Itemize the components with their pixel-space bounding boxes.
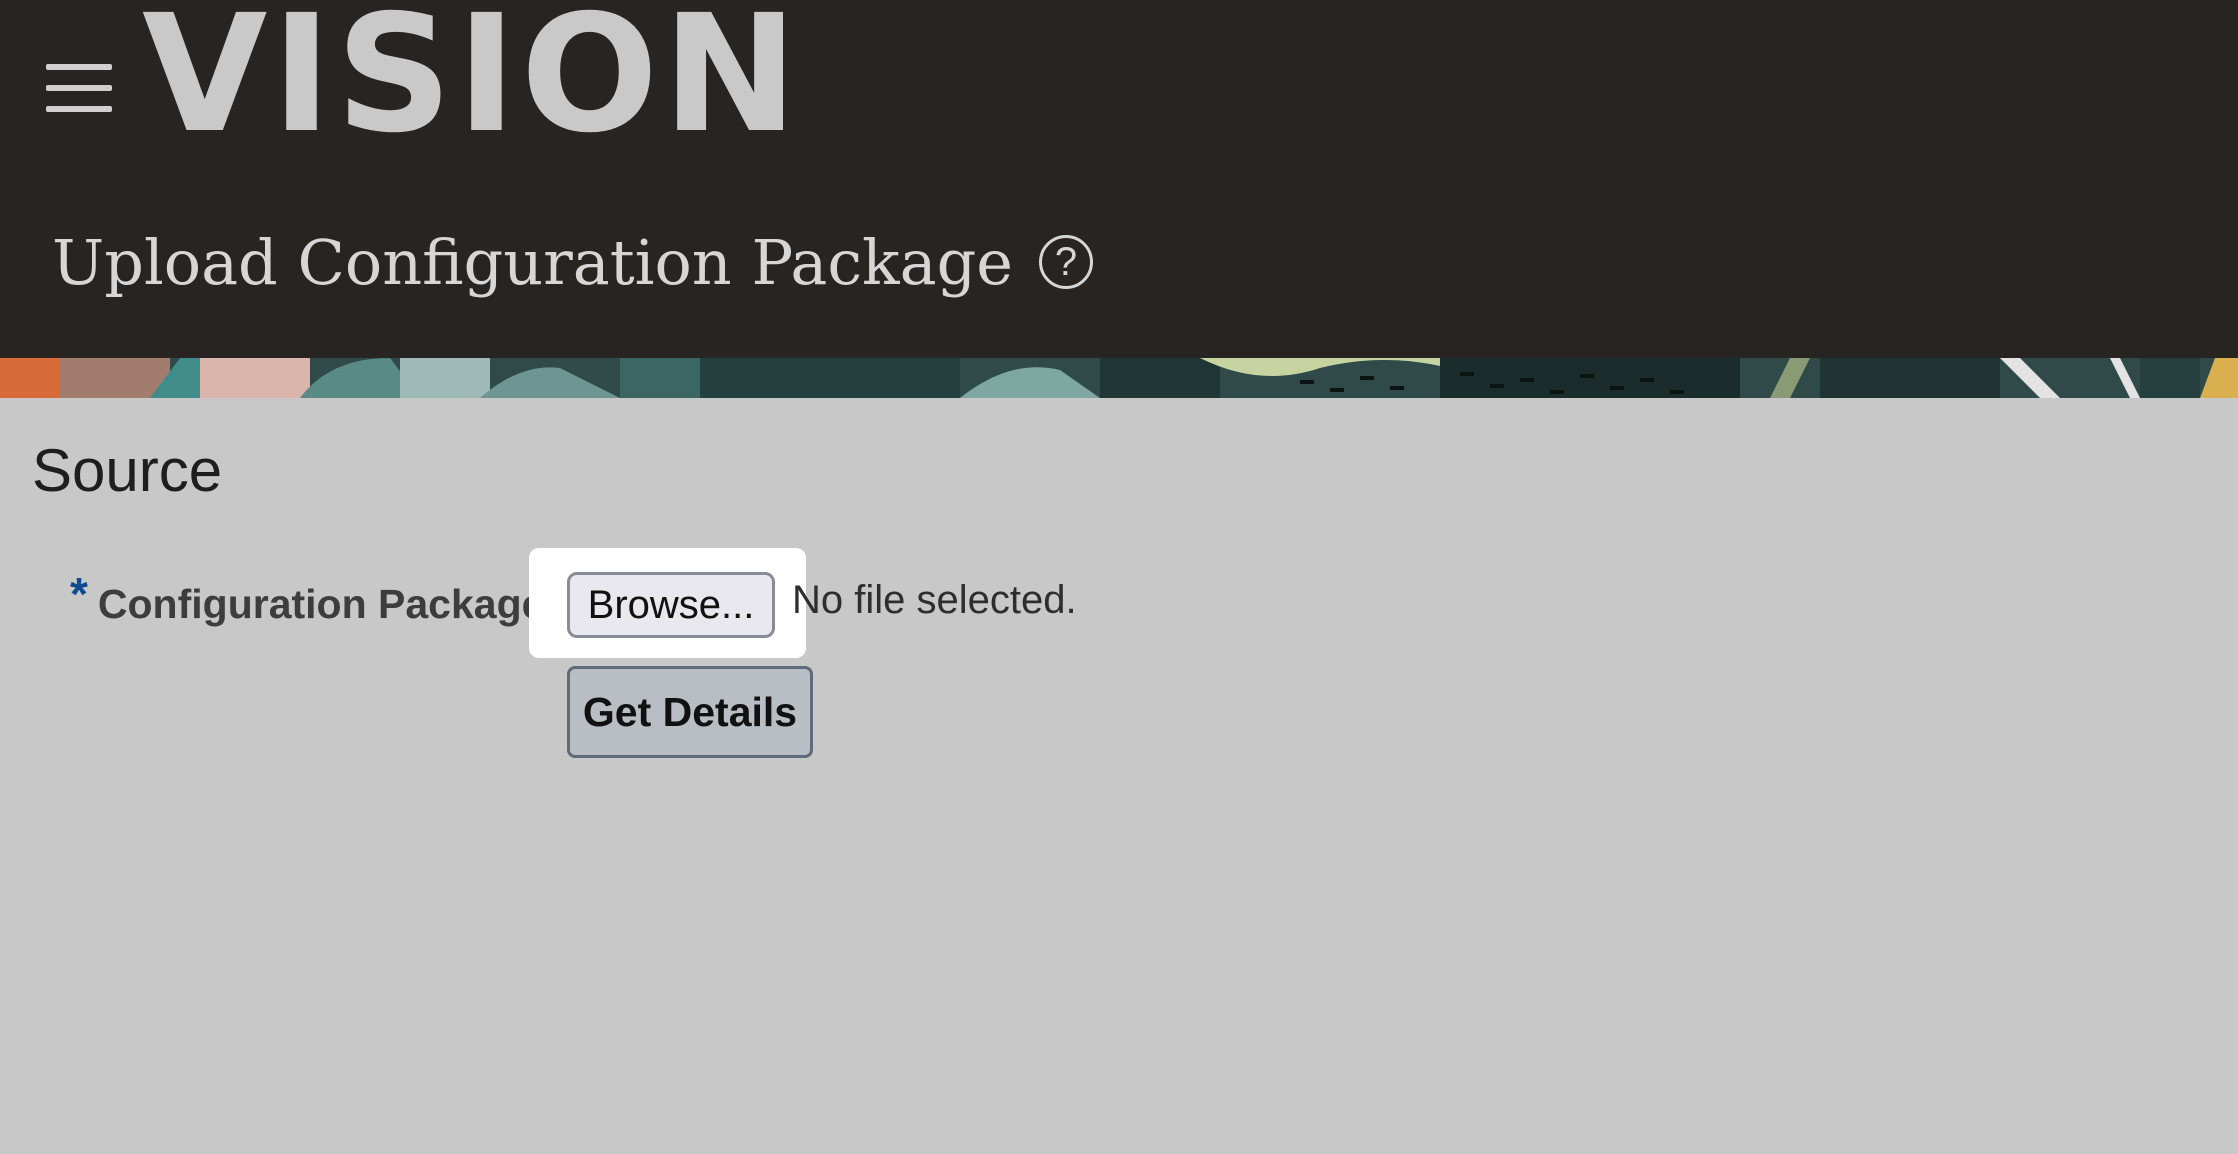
get-details-button[interactable]: Get Details <box>567 666 813 758</box>
hamburger-menu-icon[interactable] <box>46 64 112 112</box>
browse-button[interactable]: Browse... <box>567 572 775 638</box>
banner-pattern <box>0 358 2238 398</box>
vision-logo: VISION <box>142 0 802 169</box>
decorative-banner <box>0 358 2238 398</box>
page-title-row: Upload Configuration Package ? <box>52 222 1093 302</box>
configuration-package-field-row: * Configuration Package <box>70 548 544 660</box>
page-title: Upload Configuration Package <box>52 225 1013 299</box>
help-question-icon[interactable]: ? <box>1038 235 1093 289</box>
configuration-package-label: Configuration Package <box>97 580 545 627</box>
app-header: VISION Upload Configuration Package ? <box>0 0 2238 358</box>
required-indicator: * <box>70 568 88 620</box>
file-status-text: No file selected. <box>792 578 1077 622</box>
section-title-source: Source <box>32 437 223 504</box>
